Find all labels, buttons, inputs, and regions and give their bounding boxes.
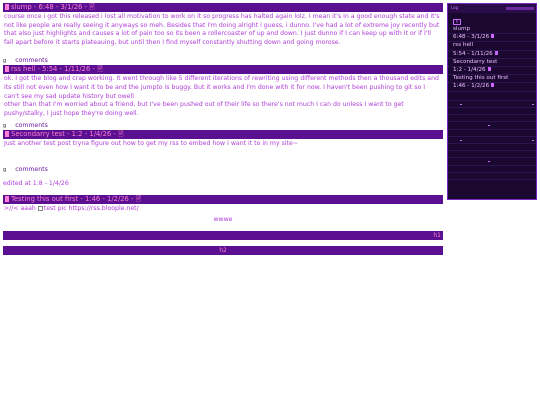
sidebar-item-date-text: 1:2 - 1/4/26 (453, 67, 486, 74)
post-body: >//< aaah test pic https://rss.bloople.n… (3, 204, 443, 214)
post-marker-icon (5, 66, 9, 73)
post-title-bar[interactable]: rss hell - 5:54 - 1/11/26 - 🖹 (3, 65, 443, 75)
sidebar-item-date[interactable]: 1:46 - 1/2/26 (448, 83, 536, 92)
sidebar-header-stripe (506, 7, 534, 10)
sidebar-item-date-text: 1:46 - 1/2/26 (453, 83, 490, 90)
post-body: ok. I got the blog and crap working. It … (4, 75, 439, 117)
sidebar-empty-row (448, 130, 536, 137)
post-marker-icon (5, 131, 9, 138)
edited-note: edited at 1:8 - 1/4/26 (3, 179, 69, 187)
post-title-bar[interactable]: slump - 6:48 - 3/1/26 - 🖹 (3, 3, 443, 12)
sidebar-header: Log (448, 4, 536, 13)
post-title[interactable]: slump - 6:48 - 3/1/26 - 🖹 (11, 3, 95, 11)
broken-image-icon (37, 205, 43, 211)
h2-label: h2 (219, 246, 227, 254)
post-body: Just another test post tryna figure out … (4, 140, 298, 148)
sidebar-empty-row (448, 137, 536, 144)
post-title[interactable]: rss hell - 5:54 - 1/11/26 - 🖹 (11, 65, 103, 73)
post-marker-icon (491, 34, 495, 39)
sidebar-empty-row (448, 94, 536, 101)
row-marker (488, 161, 490, 163)
sidebar-empty-row (448, 166, 536, 173)
sidebar-item-date[interactable]: 6:48 - 3/1/26 (448, 34, 536, 43)
h2-bar: h2 (3, 245, 443, 255)
h1-bar: h1 (3, 230, 443, 240)
bullet-icon: g (3, 123, 7, 130)
sidebar-empty-rows (448, 94, 536, 180)
sidebar-empty-row (448, 144, 536, 152)
comments-row: g comments (3, 122, 443, 130)
h1-label: h1 (433, 231, 441, 239)
sidebar-item-date[interactable]: 1:2 - 1/4/26 (448, 67, 536, 76)
post-title[interactable]: Testing this out first - 1:46 - 1/2/26 -… (11, 195, 141, 203)
sidebar-empty-row (448, 151, 536, 159)
sidebar-empty-row (448, 158, 536, 166)
bullet-icon: g (3, 166, 7, 173)
post-link-text: https://rss.bloople.net/ (68, 204, 139, 212)
sidebar-item-date-text: 5:54 - 1/11/26 (453, 50, 493, 57)
sidebar-item-title[interactable]: Secondarry test (448, 59, 536, 68)
row-marker (488, 125, 490, 127)
bullet-icon: g (3, 58, 7, 65)
image-alt-text: test pic (43, 204, 67, 212)
comments-row: g comments (3, 166, 443, 174)
sidebar-item-date-text: 6:48 - 3/1/26 (453, 34, 490, 41)
post-text: >//< aaah (4, 204, 36, 212)
post-marker-icon (487, 67, 491, 72)
post-marker-icon (491, 83, 495, 88)
sidebar-post-list: slump 6:48 - 3/1/26 rss hell 5:54 - 1/11… (448, 26, 536, 92)
row-marker (532, 139, 534, 141)
post-title[interactable]: Secondarry test - 1:2 - 1/4/26 - 🖹 (11, 130, 124, 138)
post-title-bar[interactable]: Secondarry test - 1:2 - 1/4/26 - 🖹 (3, 130, 443, 140)
sidebar-empty-row (448, 101, 536, 108)
comments-link[interactable]: comments (15, 57, 48, 64)
post-marker-icon (5, 4, 9, 10)
blog-feed: slump - 6:48 - 3/1/26 - 🖹 course once i … (3, 3, 443, 255)
sidebar-empty-row (448, 173, 536, 180)
comments-row: g comments (3, 57, 443, 65)
sidebar-empty-row (448, 108, 536, 116)
post-title-bar[interactable]: Testing this out first - 1:46 - 1/2/26 -… (3, 194, 443, 204)
comments-link[interactable]: comments (15, 122, 48, 129)
post-body: course once i got this released i lost a… (4, 13, 440, 46)
sidebar-empty-row (448, 122, 536, 130)
comments-link[interactable]: comments (15, 166, 48, 173)
sidebar-panel: Log h slump 6:48 - 3/1/26 rss hell 5:54 … (447, 3, 537, 200)
centered-text: wwwe (213, 215, 233, 223)
row-marker (460, 139, 462, 141)
sidebar-empty-row (448, 115, 536, 123)
row-marker (460, 103, 462, 105)
sidebar-item-title[interactable]: rss hell (448, 42, 536, 51)
sidebar-home-icon[interactable]: h (453, 19, 461, 25)
post-marker-icon (494, 50, 498, 55)
post-marker-icon (5, 195, 9, 202)
sidebar-header-label: Log (451, 5, 459, 10)
sidebar-item-date[interactable]: 5:54 - 1/11/26 (448, 50, 536, 59)
sidebar-item-title[interactable]: slump (448, 26, 536, 35)
sidebar-item-title[interactable]: Testing this out first (448, 75, 536, 84)
row-marker (532, 103, 534, 105)
